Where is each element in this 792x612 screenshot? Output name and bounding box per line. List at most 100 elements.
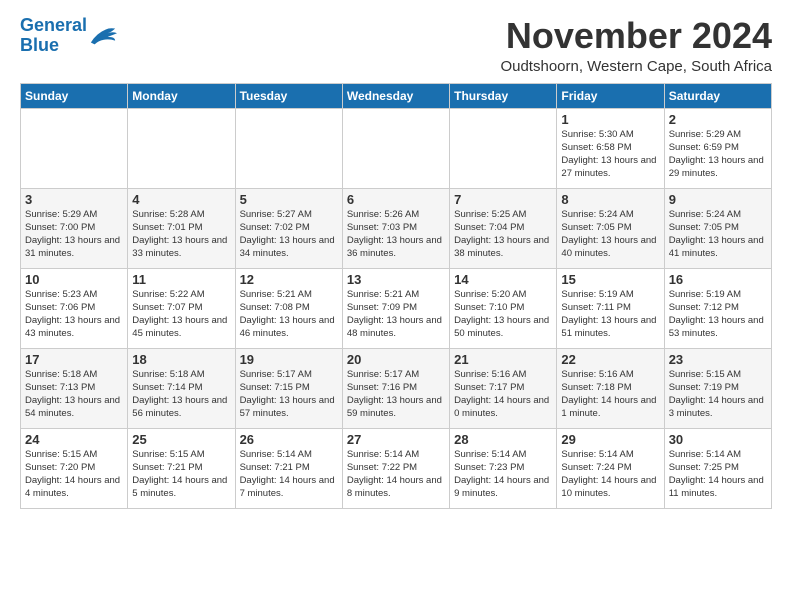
day-info: Sunrise: 5:16 AM Sunset: 7:17 PM Dayligh… — [454, 368, 552, 421]
day-cell-4-1: 25Sunrise: 5:15 AM Sunset: 7:21 PM Dayli… — [128, 428, 235, 508]
day-info: Sunrise: 5:14 AM Sunset: 7:23 PM Dayligh… — [454, 448, 552, 501]
day-number: 2 — [669, 112, 767, 127]
day-info: Sunrise: 5:17 AM Sunset: 7:16 PM Dayligh… — [347, 368, 445, 421]
day-number: 6 — [347, 192, 445, 207]
day-cell-3-6: 23Sunrise: 5:15 AM Sunset: 7:19 PM Dayli… — [664, 348, 771, 428]
header-saturday: Saturday — [664, 83, 771, 108]
day-cell-1-3: 6Sunrise: 5:26 AM Sunset: 7:03 PM Daylig… — [342, 188, 449, 268]
day-info: Sunrise: 5:26 AM Sunset: 7:03 PM Dayligh… — [347, 208, 445, 261]
day-cell-0-5: 1Sunrise: 5:30 AM Sunset: 6:58 PM Daylig… — [557, 108, 664, 188]
day-cell-2-4: 14Sunrise: 5:20 AM Sunset: 7:10 PM Dayli… — [450, 268, 557, 348]
day-number: 11 — [132, 272, 230, 287]
day-info: Sunrise: 5:23 AM Sunset: 7:06 PM Dayligh… — [25, 288, 123, 341]
day-info: Sunrise: 5:14 AM Sunset: 7:21 PM Dayligh… — [240, 448, 338, 501]
day-number: 16 — [669, 272, 767, 287]
day-number: 14 — [454, 272, 552, 287]
logo-line1: General — [20, 15, 87, 35]
day-info: Sunrise: 5:19 AM Sunset: 7:11 PM Dayligh… — [561, 288, 659, 341]
day-info: Sunrise: 5:29 AM Sunset: 7:00 PM Dayligh… — [25, 208, 123, 261]
title-block: November 2024 Oudtshoorn, Western Cape, … — [500, 16, 772, 75]
day-number: 5 — [240, 192, 338, 207]
month-title: November 2024 — [500, 16, 772, 56]
day-cell-3-0: 17Sunrise: 5:18 AM Sunset: 7:13 PM Dayli… — [21, 348, 128, 428]
day-info: Sunrise: 5:22 AM Sunset: 7:07 PM Dayligh… — [132, 288, 230, 341]
day-cell-3-3: 20Sunrise: 5:17 AM Sunset: 7:16 PM Dayli… — [342, 348, 449, 428]
day-number: 21 — [454, 352, 552, 367]
calendar-header-row: Sunday Monday Tuesday Wednesday Thursday… — [21, 83, 772, 108]
day-info: Sunrise: 5:19 AM Sunset: 7:12 PM Dayligh… — [669, 288, 767, 341]
day-cell-4-0: 24Sunrise: 5:15 AM Sunset: 7:20 PM Dayli… — [21, 428, 128, 508]
header-tuesday: Tuesday — [235, 83, 342, 108]
day-cell-0-4 — [450, 108, 557, 188]
day-info: Sunrise: 5:29 AM Sunset: 6:59 PM Dayligh… — [669, 128, 767, 181]
day-cell-2-0: 10Sunrise: 5:23 AM Sunset: 7:06 PM Dayli… — [21, 268, 128, 348]
day-info: Sunrise: 5:27 AM Sunset: 7:02 PM Dayligh… — [240, 208, 338, 261]
day-cell-3-4: 21Sunrise: 5:16 AM Sunset: 7:17 PM Dayli… — [450, 348, 557, 428]
logo: General Blue — [20, 16, 117, 56]
day-info: Sunrise: 5:28 AM Sunset: 7:01 PM Dayligh… — [132, 208, 230, 261]
day-info: Sunrise: 5:18 AM Sunset: 7:14 PM Dayligh… — [132, 368, 230, 421]
week-row-1: 3Sunrise: 5:29 AM Sunset: 7:00 PM Daylig… — [21, 188, 772, 268]
day-cell-2-2: 12Sunrise: 5:21 AM Sunset: 7:08 PM Dayli… — [235, 268, 342, 348]
week-row-0: 1Sunrise: 5:30 AM Sunset: 6:58 PM Daylig… — [21, 108, 772, 188]
day-info: Sunrise: 5:15 AM Sunset: 7:20 PM Dayligh… — [25, 448, 123, 501]
logo-bird-icon — [89, 25, 117, 47]
day-cell-0-0 — [21, 108, 128, 188]
day-number: 12 — [240, 272, 338, 287]
day-number: 26 — [240, 432, 338, 447]
day-info: Sunrise: 5:30 AM Sunset: 6:58 PM Dayligh… — [561, 128, 659, 181]
header-sunday: Sunday — [21, 83, 128, 108]
day-info: Sunrise: 5:24 AM Sunset: 7:05 PM Dayligh… — [669, 208, 767, 261]
day-number: 13 — [347, 272, 445, 287]
day-number: 27 — [347, 432, 445, 447]
day-info: Sunrise: 5:24 AM Sunset: 7:05 PM Dayligh… — [561, 208, 659, 261]
day-number: 20 — [347, 352, 445, 367]
day-cell-0-1 — [128, 108, 235, 188]
location: Oudtshoorn, Western Cape, South Africa — [500, 58, 772, 75]
day-info: Sunrise: 5:21 AM Sunset: 7:09 PM Dayligh… — [347, 288, 445, 341]
header-monday: Monday — [128, 83, 235, 108]
day-number: 7 — [454, 192, 552, 207]
day-number: 30 — [669, 432, 767, 447]
day-number: 3 — [25, 192, 123, 207]
day-cell-2-6: 16Sunrise: 5:19 AM Sunset: 7:12 PM Dayli… — [664, 268, 771, 348]
header-thursday: Thursday — [450, 83, 557, 108]
day-number: 17 — [25, 352, 123, 367]
day-cell-3-5: 22Sunrise: 5:16 AM Sunset: 7:18 PM Dayli… — [557, 348, 664, 428]
day-number: 23 — [669, 352, 767, 367]
day-cell-1-4: 7Sunrise: 5:25 AM Sunset: 7:04 PM Daylig… — [450, 188, 557, 268]
day-number: 15 — [561, 272, 659, 287]
day-cell-3-1: 18Sunrise: 5:18 AM Sunset: 7:14 PM Dayli… — [128, 348, 235, 428]
page: General Blue November 2024 Oudtshoorn, W… — [0, 0, 792, 612]
day-cell-0-6: 2Sunrise: 5:29 AM Sunset: 6:59 PM Daylig… — [664, 108, 771, 188]
day-number: 25 — [132, 432, 230, 447]
week-row-3: 17Sunrise: 5:18 AM Sunset: 7:13 PM Dayli… — [21, 348, 772, 428]
day-info: Sunrise: 5:14 AM Sunset: 7:24 PM Dayligh… — [561, 448, 659, 501]
header-friday: Friday — [557, 83, 664, 108]
day-info: Sunrise: 5:20 AM Sunset: 7:10 PM Dayligh… — [454, 288, 552, 341]
week-row-2: 10Sunrise: 5:23 AM Sunset: 7:06 PM Dayli… — [21, 268, 772, 348]
week-row-4: 24Sunrise: 5:15 AM Sunset: 7:20 PM Dayli… — [21, 428, 772, 508]
calendar-table: Sunday Monday Tuesday Wednesday Thursday… — [20, 83, 772, 509]
logo-text: General Blue — [20, 16, 87, 56]
day-number: 29 — [561, 432, 659, 447]
logo-line2: Blue — [20, 35, 59, 55]
header: General Blue November 2024 Oudtshoorn, W… — [20, 16, 772, 75]
day-cell-2-5: 15Sunrise: 5:19 AM Sunset: 7:11 PM Dayli… — [557, 268, 664, 348]
day-number: 8 — [561, 192, 659, 207]
day-info: Sunrise: 5:15 AM Sunset: 7:21 PM Dayligh… — [132, 448, 230, 501]
day-cell-4-4: 28Sunrise: 5:14 AM Sunset: 7:23 PM Dayli… — [450, 428, 557, 508]
day-number: 28 — [454, 432, 552, 447]
day-cell-2-1: 11Sunrise: 5:22 AM Sunset: 7:07 PM Dayli… — [128, 268, 235, 348]
day-cell-1-5: 8Sunrise: 5:24 AM Sunset: 7:05 PM Daylig… — [557, 188, 664, 268]
day-cell-4-3: 27Sunrise: 5:14 AM Sunset: 7:22 PM Dayli… — [342, 428, 449, 508]
day-cell-1-0: 3Sunrise: 5:29 AM Sunset: 7:00 PM Daylig… — [21, 188, 128, 268]
header-wednesday: Wednesday — [342, 83, 449, 108]
day-number: 4 — [132, 192, 230, 207]
day-info: Sunrise: 5:17 AM Sunset: 7:15 PM Dayligh… — [240, 368, 338, 421]
day-cell-2-3: 13Sunrise: 5:21 AM Sunset: 7:09 PM Dayli… — [342, 268, 449, 348]
day-cell-1-1: 4Sunrise: 5:28 AM Sunset: 7:01 PM Daylig… — [128, 188, 235, 268]
day-cell-1-6: 9Sunrise: 5:24 AM Sunset: 7:05 PM Daylig… — [664, 188, 771, 268]
day-number: 18 — [132, 352, 230, 367]
day-info: Sunrise: 5:16 AM Sunset: 7:18 PM Dayligh… — [561, 368, 659, 421]
